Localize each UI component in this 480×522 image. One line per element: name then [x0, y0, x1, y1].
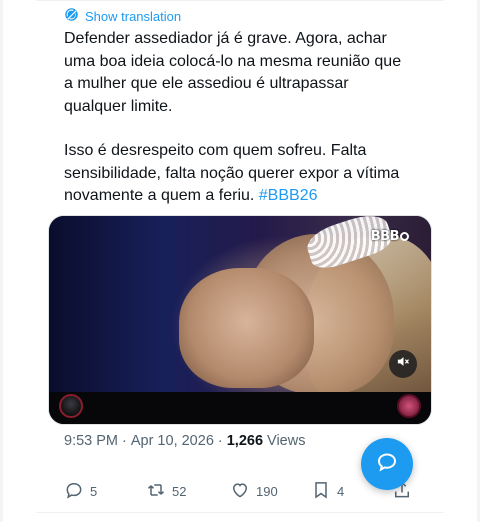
bookmark-count: 4 — [337, 483, 345, 499]
video-bottom-strip — [49, 392, 431, 424]
show-translation-label[interactable]: Show translation — [85, 9, 181, 24]
hashtag-link[interactable]: #BBB26 — [259, 187, 318, 204]
tweet-paragraph-2: Isso é desrespeito com quem sofreu. Falt… — [64, 140, 434, 208]
reply-button[interactable]: 5 — [64, 480, 97, 503]
reply-icon — [64, 480, 84, 503]
video-hands — [179, 268, 314, 388]
left-edge — [0, 0, 3, 522]
tweet-meta: 9:53 PM · Apr 10, 2026 · 1,266 Views — [64, 433, 305, 449]
heart-icon — [230, 480, 250, 503]
like-button[interactable]: 190 — [230, 480, 278, 503]
retweet-icon — [146, 480, 166, 503]
bookmark-icon — [311, 480, 331, 503]
compose-reply-button[interactable] — [361, 438, 413, 490]
views-label: Views — [267, 433, 306, 449]
retweet-count: 52 — [172, 483, 187, 499]
meta-separator: · — [217, 433, 223, 449]
translate-icon — [64, 7, 79, 25]
tweet-time[interactable]: 9:53 PM — [64, 433, 118, 449]
tweet-date[interactable]: Apr 10, 2026 — [131, 433, 214, 449]
like-count: 190 — [256, 483, 278, 499]
reply-count: 5 — [90, 483, 98, 499]
bottom-divider — [36, 512, 444, 513]
show-translation-link[interactable]: Show translation — [64, 7, 181, 25]
retweet-button[interactable]: 52 — [146, 480, 186, 503]
tweet-video[interactable]: BBB — [48, 215, 432, 425]
bbb-logo: BBB — [371, 229, 409, 244]
tweet-text: Defender assediador já é grave. Agora, a… — [64, 28, 434, 208]
views-count: 1,266 — [226, 433, 264, 449]
mute-button[interactable] — [389, 350, 417, 378]
video-participant-avatar-left — [59, 394, 83, 418]
chat-bubble-icon — [375, 450, 399, 479]
speaker-muted-icon — [396, 354, 411, 374]
bbb-logo-text: BBB — [370, 229, 400, 244]
tweet-paragraph-1: Defender assediador já é grave. Agora, a… — [64, 30, 402, 115]
bookmark-button[interactable]: 4 — [311, 480, 344, 503]
tweet-paragraph-2-text: Isso é desrespeito com quem sofreu. Falt… — [64, 142, 400, 204]
video-participant-avatar-right — [397, 394, 421, 418]
top-divider — [36, 0, 444, 1]
meta-separator: · — [122, 433, 127, 449]
